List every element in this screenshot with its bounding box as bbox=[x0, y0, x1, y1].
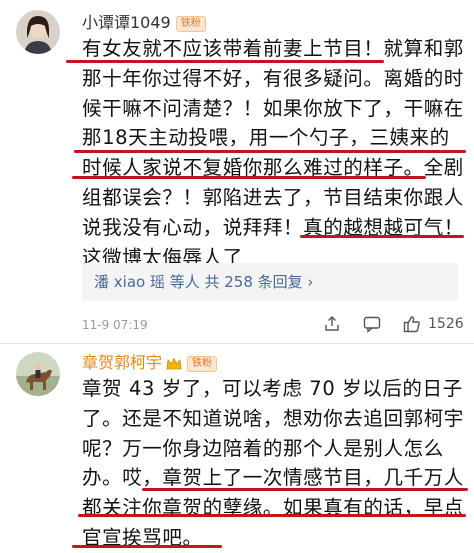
highlight-underline bbox=[74, 150, 466, 153]
comment-line: 章贺 43 岁了，可以考虑 70 岁以后的日子 bbox=[82, 377, 463, 400]
username[interactable]: 章贺郭柯宇 铁粉 bbox=[82, 353, 218, 372]
username-text[interactable]: 小谭谭1049 bbox=[82, 13, 171, 32]
highlight-underline bbox=[142, 488, 468, 491]
like-button[interactable]: 1526 bbox=[402, 314, 464, 334]
comment-icon bbox=[363, 316, 381, 334]
replies-link[interactable]: 潘 xiao 瑶 等人 共 258 条回复 › bbox=[94, 272, 313, 292]
timestamp: 11-9 07:19 bbox=[82, 318, 148, 332]
comment-line: 官宣挨骂吧。 bbox=[82, 525, 203, 549]
avatar-icon[interactable] bbox=[16, 10, 60, 54]
comment-2: 章贺郭柯宇 铁粉 章贺 43 岁了，可以考虑 70 岁以后的日子 了。还是不知道说… bbox=[0, 344, 474, 553]
highlight-underline bbox=[78, 514, 466, 517]
comment-body: 章贺 43 岁了，可以考虑 70 岁以后的日子 了。还是不知道说啥，想劝你去追回… bbox=[82, 374, 464, 553]
highlight-underline bbox=[66, 60, 384, 63]
comment-line: 候干嘛不问清楚？！如果你放下了，干嘛在 bbox=[82, 96, 464, 120]
comment-line: 说我没有心动，说拜拜！真的越想越可气！ bbox=[82, 215, 464, 239]
comment-line: 那十年你过得不好，有很多疑问。离婚的时 bbox=[82, 66, 464, 90]
highlight-underline bbox=[300, 235, 464, 238]
fan-badge: 铁粉 bbox=[175, 15, 206, 32]
fan-badge: 铁粉 bbox=[187, 355, 218, 372]
share-icon bbox=[325, 316, 339, 331]
comment-line: 呢？万一你身边陪着的那个人是别人怎么 bbox=[82, 436, 444, 460]
comment-line: 那18天主动投喂，用一个勺子，三姨来的 bbox=[82, 126, 450, 150]
crown-icon bbox=[166, 357, 182, 369]
username[interactable]: 小谭谭1049 铁粉 bbox=[82, 14, 206, 32]
comment-1: 小谭谭1049 铁粉 有女友就不应该带着前妻上节目！就算和郭 那十年你过得不好，有… bbox=[0, 0, 474, 342]
comment-line: 组都误会？！郭陷进去了，节目结束你跟人 bbox=[82, 185, 464, 209]
comment-button[interactable] bbox=[362, 314, 382, 334]
comment-line: 了。还是不知道说啥，想劝你去追回郭柯宇 bbox=[82, 406, 464, 430]
highlight-underline bbox=[72, 545, 222, 548]
share-button[interactable] bbox=[322, 314, 342, 334]
username-text[interactable]: 章贺郭柯宇 bbox=[82, 353, 162, 372]
replies-box[interactable]: 潘 xiao 瑶 等人 共 258 条回复 › bbox=[82, 263, 458, 301]
thumbs-up-icon bbox=[403, 316, 420, 333]
comment-line: 都关注你章贺的孽缘。如果真有的话，早点 bbox=[82, 496, 464, 520]
highlight-underline bbox=[72, 176, 426, 179]
avatar-icon[interactable] bbox=[16, 352, 60, 396]
like-count: 1526 bbox=[428, 316, 464, 332]
